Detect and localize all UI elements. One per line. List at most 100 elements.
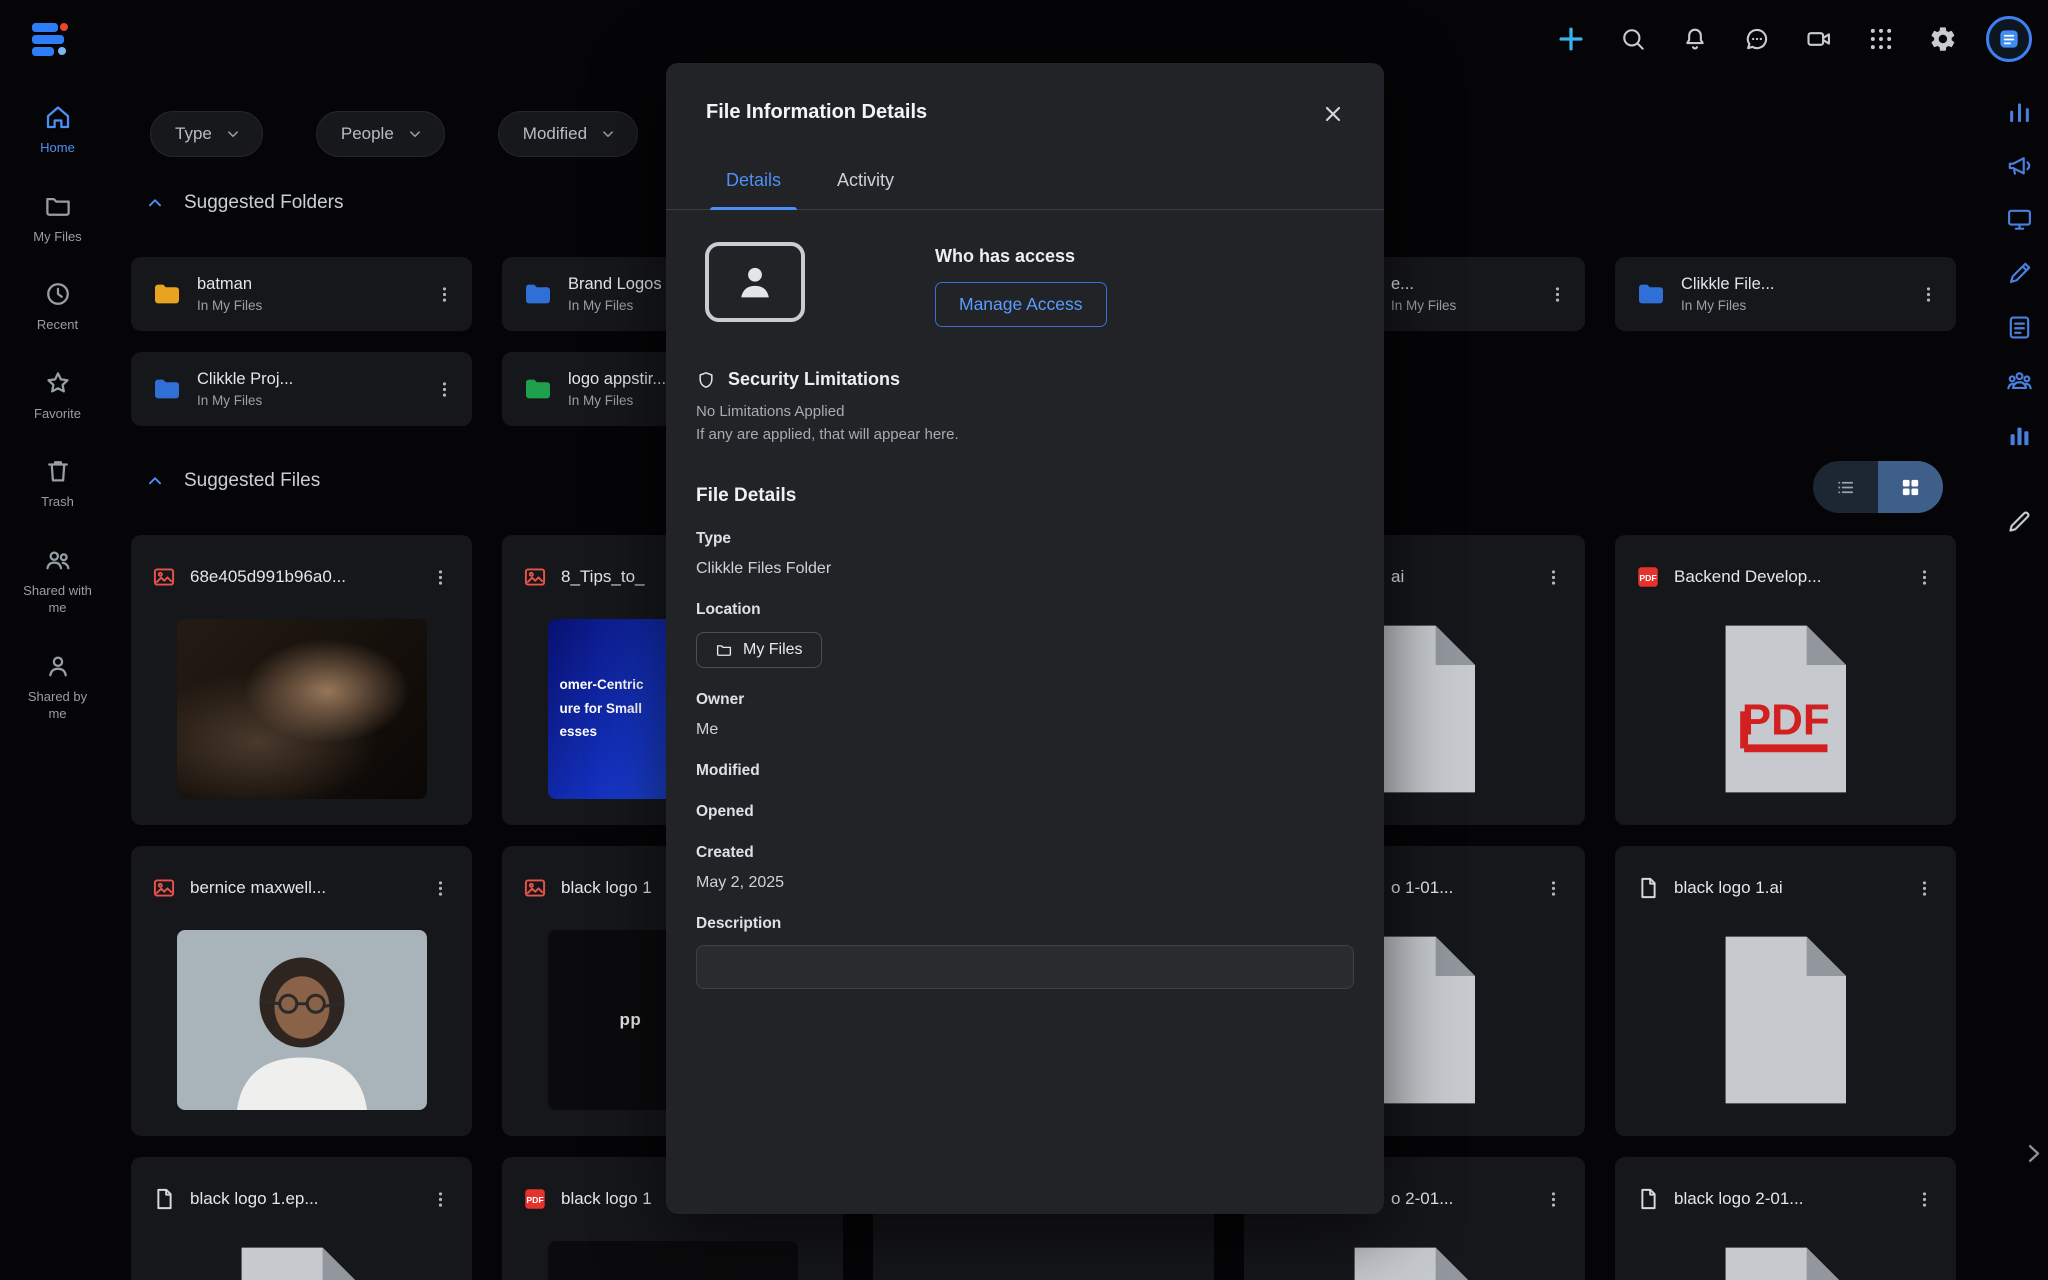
sidebar-item-home[interactable]: Home <box>0 102 115 157</box>
account-avatar[interactable] <box>1986 16 2032 62</box>
file-card[interactable]: 68e405d991b96a0... <box>131 535 472 825</box>
filter-label: Modified <box>523 124 587 144</box>
file-card-header: PDFBackend Develop... <box>1615 535 1956 619</box>
field-value: May 2, 2025 <box>696 874 1354 892</box>
tab-details[interactable]: Details <box>698 154 809 209</box>
chevron-down-icon <box>599 125 617 143</box>
more-options-button[interactable] <box>422 870 458 906</box>
sidebar-item-label: Favorite <box>34 405 81 423</box>
search-button[interactable] <box>1614 20 1652 58</box>
pdf-file-icon: PDF <box>522 1186 548 1212</box>
more-options-button[interactable] <box>1535 1181 1571 1217</box>
more-options-button[interactable] <box>1906 870 1942 906</box>
filter-type[interactable]: Type <box>150 111 263 157</box>
collapse-files-button[interactable] <box>142 468 168 494</box>
file-card[interactable]: black logo 1.ai <box>1615 846 1956 1136</box>
close-icon <box>1321 102 1345 126</box>
more-options-button[interactable] <box>426 371 462 407</box>
more-options-button[interactable] <box>1906 559 1942 595</box>
sidebar-item-my-files[interactable]: My Files <box>0 191 115 246</box>
file-details-heading: File Details <box>696 485 1354 507</box>
home-icon <box>43 102 73 132</box>
folder-info: Clikkle File...In My Files <box>1681 275 1775 313</box>
grid-view-button[interactable] <box>1878 461 1943 513</box>
more-options-button[interactable] <box>426 276 462 312</box>
more-options-button[interactable] <box>1539 276 1575 312</box>
folder-card[interactable]: batmanIn My Files <box>131 257 472 331</box>
rail-app-monitor-button[interactable] <box>2002 202 2036 236</box>
rail-app-team-button[interactable] <box>2002 364 2036 398</box>
sidebar-item-shared-with-me[interactable]: Shared with me <box>0 545 115 617</box>
filter-label: Type <box>175 124 212 144</box>
access-section: Who has access Manage Access <box>696 242 1354 327</box>
file-card-header: 68e405d991b96a0... <box>131 535 472 619</box>
file-card[interactable]: black logo 2-01... <box>1615 1157 1956 1280</box>
description-input[interactable] <box>696 945 1354 989</box>
filter-people[interactable]: People <box>316 111 445 157</box>
sidebar-item-label: Trash <box>41 493 74 511</box>
modal-header: File Information Details <box>666 63 1384 124</box>
clikkle-logo-icon <box>26 15 74 63</box>
field-value: Me <box>696 721 1354 739</box>
close-button[interactable] <box>1316 97 1350 131</box>
more-options-button[interactable] <box>1910 276 1946 312</box>
sidebar-item-label: Recent <box>37 316 78 334</box>
chevron-down-icon <box>224 125 242 143</box>
filter-modified[interactable]: Modified <box>498 111 638 157</box>
pencil-icon <box>2005 507 2034 536</box>
more-options-button[interactable] <box>422 1181 458 1217</box>
chat-button[interactable] <box>1738 20 1776 58</box>
file-name: black logo 1.ep... <box>190 1189 409 1209</box>
list-view-button[interactable] <box>1813 461 1878 513</box>
folder-card[interactable]: Clikkle Proj...In My Files <box>131 352 472 426</box>
app-logo[interactable] <box>24 13 76 65</box>
svg-text:PDF: PDF <box>526 1195 543 1205</box>
location-chip[interactable]: My Files <box>696 632 822 668</box>
rail-app-pen-button[interactable] <box>2002 256 2036 290</box>
more-options-button[interactable] <box>1535 870 1571 906</box>
file-card[interactable]: bernice maxwell... <box>131 846 472 1136</box>
rail-app-megaphone-button[interactable] <box>2002 148 2036 182</box>
field-label: Opened <box>696 803 1354 821</box>
more-options-button[interactable] <box>1535 559 1571 595</box>
modal-tabs: Details Activity <box>666 154 1384 210</box>
rail-app-pencil-button[interactable] <box>2002 504 2036 538</box>
shield-icon <box>696 370 716 390</box>
sidebar-item-trash[interactable]: Trash <box>0 456 115 511</box>
folder-icon <box>715 641 733 659</box>
manage-access-button[interactable]: Manage Access <box>935 282 1107 327</box>
sidebar-item-recent[interactable]: Recent <box>0 279 115 334</box>
people-icon <box>43 545 73 575</box>
file-card[interactable]: black logo 1.ep... <box>131 1157 472 1280</box>
image-file-icon <box>522 564 548 590</box>
folder-card[interactable]: Clikkle File...In My Files <box>1615 257 1956 331</box>
sidebar-item-label: Shared with me <box>20 582 96 617</box>
file-card[interactable]: PDFBackend Develop...PDF <box>1615 535 1956 825</box>
rail-app-tasks-button[interactable] <box>2002 310 2036 344</box>
notifications-button[interactable] <box>1676 20 1714 58</box>
more-options-button[interactable] <box>1906 1181 1942 1217</box>
field-opened: Opened <box>696 803 1354 821</box>
person-icon <box>43 651 73 681</box>
plus-icon <box>1554 22 1588 56</box>
collapse-folders-button[interactable] <box>142 190 168 216</box>
expand-rail-button[interactable] <box>2016 1136 2048 1170</box>
settings-button[interactable] <box>1924 20 1962 58</box>
chevron-down-icon <box>406 125 424 143</box>
file-name: ai <box>1391 567 1522 587</box>
file-details-section: File Details Type Clikkle Files Folder L… <box>696 485 1354 989</box>
meet-button[interactable] <box>1800 20 1838 58</box>
tab-activity[interactable]: Activity <box>809 154 922 209</box>
sidebar-item-shared-by-me[interactable]: Shared by me <box>0 651 115 723</box>
file-card-header: black logo 2-01... <box>1615 1157 1956 1241</box>
sidebar-item-favorite[interactable]: Favorite <box>0 368 115 423</box>
file-thumbnail <box>177 930 427 1110</box>
create-button[interactable] <box>1552 20 1590 58</box>
folder-location: In My Files <box>1391 298 1456 313</box>
right-app-rail <box>1990 78 2048 538</box>
rail-app-chart-button[interactable] <box>2002 418 2036 452</box>
more-options-button[interactable] <box>422 559 458 595</box>
rail-app-stats-button[interactable] <box>2002 94 2036 128</box>
folder-name: e... <box>1391 275 1456 294</box>
apps-button[interactable] <box>1862 20 1900 58</box>
